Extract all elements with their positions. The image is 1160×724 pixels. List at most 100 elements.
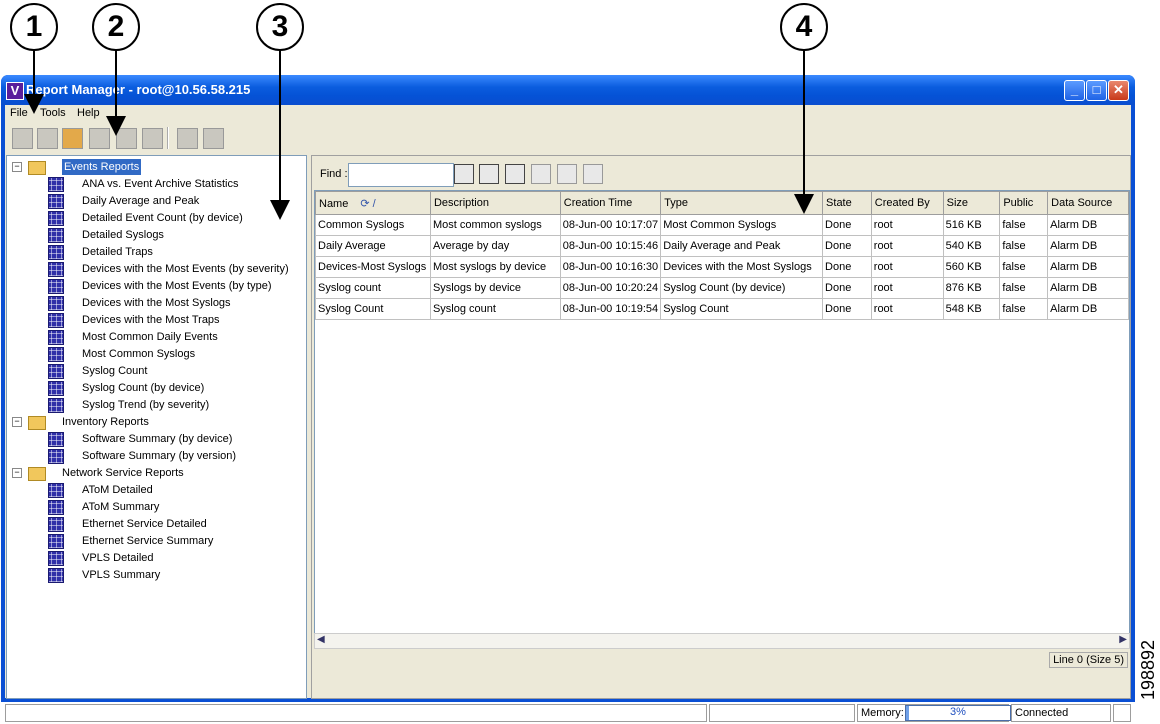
column-header-public[interactable]: Public — [999, 191, 1049, 215]
table-row[interactable]: Common Syslogs Most common syslogs 08-Jun-… — [315, 214, 1129, 236]
report-icon — [48, 500, 64, 515]
table-icon[interactable] — [12, 128, 33, 149]
tree-item-ethernet-service-summary[interactable]: Ethernet Service Summary — [10, 533, 300, 549]
tree-item-atom-detailed[interactable]: AToM Detailed — [10, 482, 300, 498]
table-row[interactable]: Daily Average Average by day 08-Jun-00 10:… — [315, 235, 1129, 257]
tree-folder-label: Network Service Reports — [62, 467, 184, 479]
report-icon — [48, 245, 64, 260]
sort-az-icon[interactable] — [479, 164, 499, 184]
report-icon — [48, 228, 64, 243]
tree-item-software-summary-by-device[interactable]: Software Summary (by device) — [10, 431, 300, 447]
tree-item-vpls-detailed[interactable]: VPLS Detailed — [10, 550, 300, 566]
tree-item-label: Ethernet Service Summary — [82, 535, 214, 547]
app-icon: V — [6, 82, 24, 100]
column-header-type[interactable]: Type — [660, 191, 824, 215]
tree-item-software-summary-by-version[interactable]: Software Summary (by version) — [10, 448, 300, 464]
menu-file[interactable]: File — [10, 107, 28, 119]
column-header-creation-time[interactable]: Creation Time — [559, 191, 662, 215]
expander-icon[interactable]: − — [12, 468, 22, 478]
tree-item-label: Ethernet Service Detailed — [82, 518, 207, 530]
column-header-label: Data Source — [1051, 197, 1113, 209]
close-button[interactable]: ✕ — [1108, 80, 1129, 101]
tree-item-syslog-count-by-device[interactable]: Syslog Count (by device) — [10, 380, 300, 396]
menu-help[interactable]: Help — [77, 107, 100, 119]
table-cell: Syslog count — [429, 298, 561, 320]
tree-item-syslog-trend-by-severity[interactable]: Syslog Trend (by severity) — [10, 397, 300, 413]
table-row[interactable]: Devices-Most Syslogs Most syslogs by devi… — [315, 256, 1129, 278]
column-header-description[interactable]: Description — [429, 191, 561, 215]
tree-item-most-common-syslogs[interactable]: Most Common Syslogs — [10, 346, 300, 362]
import-icon[interactable] — [583, 164, 603, 184]
expander-icon[interactable]: − — [12, 417, 22, 427]
folder-icon — [28, 467, 46, 481]
connection-status: Connected — [1011, 704, 1111, 722]
table-cell: Syslog Count — [660, 298, 824, 320]
report-icon — [48, 330, 64, 345]
report-icon — [48, 262, 64, 277]
table-cell: Average by day — [429, 235, 561, 257]
monitor-icon[interactable] — [116, 128, 137, 149]
report-icon — [48, 347, 64, 362]
link-icon[interactable] — [89, 128, 110, 149]
table-cell: false — [999, 214, 1049, 236]
column-header-created-by[interactable]: Created By — [870, 191, 944, 215]
tree-folder-events-reports[interactable]: − Events Reports — [10, 159, 300, 175]
minimize-button[interactable]: _ — [1064, 80, 1085, 101]
tree-folder-network-service-reports[interactable]: − Network Service Reports — [10, 465, 300, 481]
tree-item-vpls-summary[interactable]: VPLS Summary — [10, 567, 300, 583]
status-bar: Memory: 3% Connected — [5, 702, 1131, 724]
scroll-right-icon[interactable]: ▶ — [1119, 634, 1127, 645]
table-row[interactable]: Syslog Count Syslog count 08-Jun-00 10:19:… — [315, 298, 1129, 320]
folder-icon — [28, 416, 46, 430]
tree-item-daily-average-and-peak[interactable]: Daily Average and Peak — [10, 193, 300, 209]
tree-item-syslog-count[interactable]: Syslog Count — [10, 363, 300, 379]
tree-item-ana-vs-event-archive-statistics[interactable]: ANA vs. Event Archive Statistics — [10, 176, 300, 192]
column-header-data-source[interactable]: Data Source — [1047, 191, 1129, 215]
maximize-button[interactable]: □ — [1086, 80, 1107, 101]
scroll-left-icon[interactable]: ◀ — [317, 634, 325, 645]
tree-item-detailed-event-count-by-device[interactable]: Detailed Event Count (by device) — [10, 210, 300, 226]
filter-icon[interactable] — [505, 164, 525, 184]
tree-folder-inventory-reports[interactable]: − Inventory Reports — [10, 414, 300, 430]
report-icon — [48, 517, 64, 532]
tree-item-label: Syslog Count — [82, 365, 148, 377]
table-cell: false — [999, 298, 1049, 320]
tree-item-atom-summary[interactable]: AToM Summary — [10, 499, 300, 515]
trash-icon[interactable] — [142, 128, 163, 149]
disk-icon[interactable] — [177, 128, 198, 149]
table-cell: Alarm DB — [1047, 277, 1129, 299]
tree-item-detailed-traps[interactable]: Detailed Traps — [10, 244, 300, 260]
callout-3: 3 — [256, 3, 304, 51]
report-icon — [48, 483, 64, 498]
find-input[interactable] — [348, 163, 454, 187]
horizontal-scrollbar[interactable]: ◀ ▶ — [314, 633, 1130, 649]
tree-item-most-common-daily-events[interactable]: Most Common Daily Events — [10, 329, 300, 345]
tree-item-devices-with-the-most-events-by-type[interactable]: Devices with the Most Events (by type) — [10, 278, 300, 294]
table-cell: Devices with the Most Syslogs — [660, 256, 824, 278]
sort-icon: ⟳ / — [360, 197, 376, 210]
camera-icon[interactable] — [203, 128, 224, 149]
tree-item-detailed-syslogs[interactable]: Detailed Syslogs — [10, 227, 300, 243]
export-icon[interactable] — [557, 164, 577, 184]
tree-item-label: Devices with the Most Traps — [82, 314, 220, 326]
column-header-size[interactable]: Size — [942, 191, 1001, 215]
table-cell: Daily Average — [315, 235, 431, 257]
details-icon[interactable] — [454, 164, 474, 184]
report-icon — [48, 296, 64, 311]
table-cell: root — [870, 298, 944, 320]
column-header-state[interactable]: State — [822, 191, 872, 215]
tree-item-ethernet-service-detailed[interactable]: Ethernet Service Detailed — [10, 516, 300, 532]
tree-item-devices-with-the-most-events-by-severity[interactable]: Devices with the Most Events (by severit… — [10, 261, 300, 277]
column-header-name[interactable]: Name ⟳ / — [315, 191, 431, 215]
reports-table: Name ⟳ / Description Creation Time Type State… — [315, 191, 1129, 320]
tree-item-devices-with-the-most-syslogs[interactable]: Devices with the Most Syslogs — [10, 295, 300, 311]
filter-clear-icon[interactable] — [531, 164, 551, 184]
tree-item-devices-with-the-most-traps[interactable]: Devices with the Most Traps — [10, 312, 300, 328]
table-cell: Devices-Most Syslogs — [315, 256, 431, 278]
table-row[interactable]: Syslog count Syslogs by device 08-Jun-00 1… — [315, 277, 1129, 299]
menu-tools[interactable]: Tools — [40, 107, 66, 119]
add-table-icon[interactable] — [37, 128, 58, 149]
open-report-icon[interactable] — [62, 128, 83, 149]
table-cell: 540 KB — [942, 235, 1001, 257]
expander-icon[interactable]: − — [12, 162, 22, 172]
